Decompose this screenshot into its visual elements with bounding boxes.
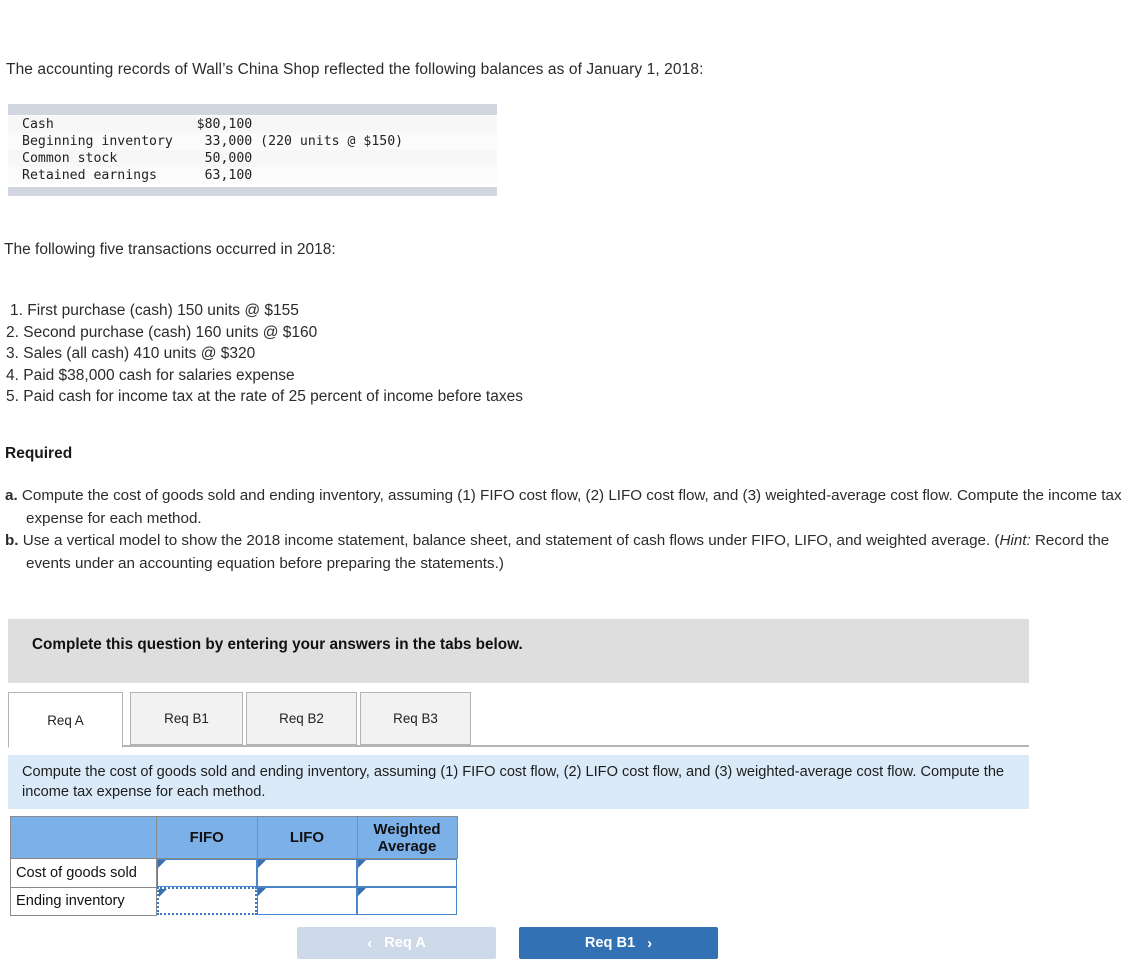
tab-req-b1-label: Req B1 — [164, 711, 209, 726]
cell-corner-marker-icon — [358, 860, 366, 868]
transactions-intro: The following five transactions occurred… — [4, 241, 336, 258]
balance-row: Cash $80,100 — [8, 116, 497, 133]
required-item-a-marker: a. — [5, 487, 18, 504]
tab-instruction-text: Compute the cost of goods sold and endin… — [22, 764, 1005, 800]
answer-input[interactable] — [257, 859, 357, 887]
tab-req-b1[interactable]: Req B1 — [130, 692, 243, 745]
answer-input-cell[interactable] — [357, 859, 457, 887]
opening-balances-table: Cash $80,100 Beginning inventory 33,000 (… — [8, 104, 497, 196]
tab-req-a-label: Req A — [47, 712, 84, 728]
answer-table-head: FIFO LIFO Weighted Average — [10, 816, 458, 859]
required-item-b-text-before: Use a vertical model to show the 2018 in… — [22, 532, 1000, 549]
transaction-item: 4. Paid $38,000 cash for salaries expens… — [6, 366, 295, 384]
transaction-item: 2. Second purchase (cash) 160 units @ $1… — [6, 323, 318, 341]
answer-table-col-lifo: LIFO — [256, 816, 358, 859]
balances-rows: Cash $80,100 Beginning inventory 33,000 (… — [8, 115, 497, 184]
answer-table: FIFO LIFO Weighted Average Cost of goods… — [10, 816, 458, 916]
required-item-b-hint: Hint: — [999, 532, 1031, 549]
answer-table-header-row: FIFO LIFO Weighted Average — [10, 816, 458, 859]
answer-input-cell[interactable] — [357, 887, 457, 915]
transaction-item: 3. Sales (all cash) 410 units @ $320 — [6, 345, 256, 362]
tab-strip: Req A Req B1 Req B2 Req B3 — [8, 692, 1029, 748]
required-item-a: a. Compute the cost of goods sold and en… — [5, 485, 1137, 530]
answer-row-label: Cost of goods sold — [10, 858, 157, 888]
instruction-bar: Complete this question by entering your … — [8, 619, 1029, 683]
answer-input-cell[interactable] — [257, 887, 357, 915]
next-req-button[interactable]: Req B1 › — [519, 927, 718, 959]
answer-row-label: Ending inventory — [10, 886, 157, 916]
transaction-item: 1. First purchase (cash) 150 units @ $15… — [10, 302, 299, 319]
transactions-list: 1. First purchase (cash) 150 units @ $15… — [6, 300, 523, 408]
answer-input[interactable] — [357, 887, 457, 915]
answer-input[interactable] — [357, 859, 457, 887]
answer-input-cell[interactable] — [157, 887, 257, 915]
required-heading: Required — [5, 445, 73, 462]
table-bottom-bar — [8, 187, 497, 196]
required-item-b: b. Use a vertical model to show the 2018… — [5, 530, 1137, 575]
tab-req-b3-label: Req B3 — [393, 711, 438, 726]
balance-row: Retained earnings 63,100 — [8, 167, 497, 184]
intro-paragraph: The accounting records of Wall’s China S… — [6, 61, 704, 78]
answer-table-body: Cost of goods sold Ending inventory — [10, 858, 457, 916]
table-row: Cost of goods sold — [10, 858, 457, 888]
tab-req-b2-label: Req B2 — [279, 711, 324, 726]
cell-corner-marker-icon — [258, 860, 266, 868]
chevron-left-icon: ‹ — [367, 934, 373, 952]
answer-input-cell[interactable] — [257, 859, 357, 887]
tab-req-b3[interactable]: Req B3 — [360, 692, 471, 745]
cell-corner-marker-icon — [158, 860, 166, 868]
balance-row: Common stock 50,000 — [8, 150, 497, 167]
answer-input-cell[interactable] — [157, 859, 257, 887]
cell-corner-marker-icon — [258, 888, 266, 896]
transaction-item: 5. Paid cash for income tax at the rate … — [6, 388, 523, 405]
required-items: a. Compute the cost of goods sold and en… — [5, 485, 1137, 575]
table-top-bar — [8, 104, 497, 115]
chevron-right-icon: › — [647, 934, 653, 952]
prev-req-button-label: Req A — [384, 935, 426, 951]
answer-input[interactable] — [257, 887, 357, 915]
prev-req-button[interactable]: ‹ Req A — [297, 927, 496, 959]
required-item-a-text: Compute the cost of goods sold and endin… — [21, 487, 1122, 527]
table-row: Ending inventory — [10, 886, 457, 916]
cell-corner-marker-icon — [159, 889, 167, 897]
tab-req-b2[interactable]: Req B2 — [246, 692, 357, 745]
answer-input[interactable] — [157, 887, 257, 915]
instruction-bar-text: Complete this question by entering your … — [32, 636, 523, 653]
answer-table-corner-cell — [10, 816, 157, 859]
balance-row: Beginning inventory 33,000 (220 units @ … — [8, 133, 497, 150]
answer-table-col-weighted: Weighted Average — [356, 816, 458, 859]
required-item-b-marker: b. — [5, 532, 19, 549]
tab-underline — [8, 745, 1029, 747]
next-req-button-label: Req B1 — [584, 935, 636, 951]
answer-table-col-fifo: FIFO — [156, 816, 258, 859]
cell-corner-marker-icon — [358, 888, 366, 896]
tab-instruction-panel: Compute the cost of goods sold and endin… — [8, 755, 1029, 809]
answer-input[interactable] — [157, 859, 257, 887]
tab-req-a[interactable]: Req A — [8, 692, 123, 748]
